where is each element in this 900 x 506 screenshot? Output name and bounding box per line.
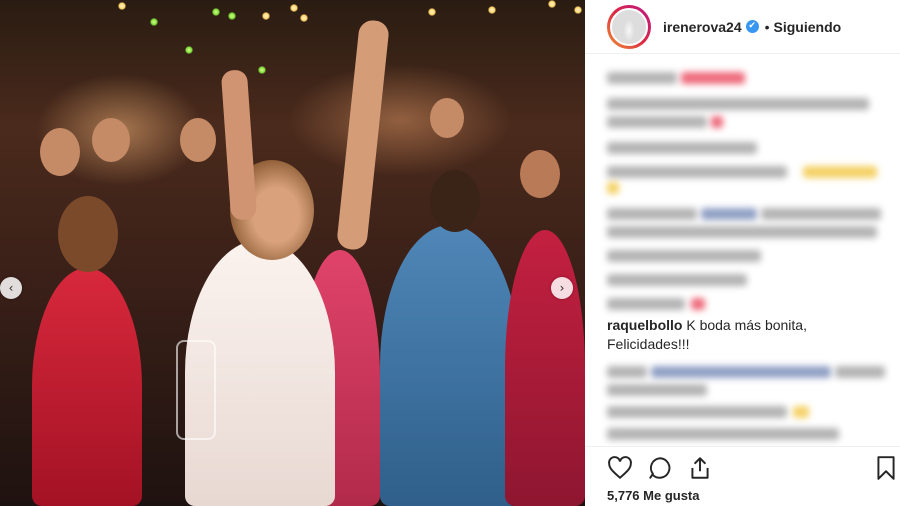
green-light: [150, 18, 158, 26]
blurred-comment: [701, 208, 757, 220]
blurred-comment: [651, 366, 831, 378]
likes-count[interactable]: 5,776 Me gusta: [607, 488, 700, 503]
heart-icon[interactable]: [607, 455, 633, 481]
comment-text: K boda más bonita,: [682, 317, 807, 333]
light-bulb: [488, 6, 496, 14]
green-light: [258, 66, 266, 74]
blurred-comment: [607, 166, 787, 178]
header-separator: •: [764, 18, 770, 35]
blurred-comment: [607, 182, 619, 194]
post-photo[interactable]: ‹ ›: [0, 0, 585, 506]
guest-red-dress: [505, 230, 585, 506]
guest-head: [430, 98, 464, 138]
blurred-comment: [607, 298, 685, 310]
guest-blue-dress: [380, 225, 520, 506]
blurred-comment: [607, 366, 647, 378]
following-button[interactable]: Siguiendo: [774, 19, 842, 35]
guest-head: [430, 170, 480, 232]
blurred-comment: [607, 72, 677, 84]
carousel-prev-button[interactable]: ‹: [0, 277, 22, 299]
light-bulb: [118, 2, 126, 10]
blurred-comment: [711, 116, 723, 128]
blurred-comment: [607, 226, 877, 238]
comment-raquelbollo: raquelbollo K boda más bonita, Felicidad…: [607, 316, 892, 354]
post-header: irenerova24 ✔ • Siguiendo: [585, 0, 900, 54]
light-bulb: [428, 8, 436, 16]
post-username[interactable]: irenerova24: [663, 19, 742, 35]
green-light: [212, 8, 220, 16]
green-light: [228, 12, 236, 20]
comment-text-line2: Felicidades!!!: [607, 336, 690, 352]
guest-red-dress: [32, 268, 142, 506]
blurred-comment: [607, 208, 697, 220]
blurred-comment: [607, 250, 761, 262]
blurred-comment: [607, 406, 787, 418]
raised-arm: [220, 69, 258, 221]
blurred-comment: [691, 298, 705, 310]
share-icon[interactable]: [687, 455, 713, 481]
post-actions: [585, 446, 900, 486]
avatar[interactable]: [607, 4, 651, 49]
guest-head: [180, 118, 216, 162]
avatar-image: [610, 7, 648, 46]
string-lights: [0, 0, 585, 90]
blurred-comment: [607, 274, 747, 286]
champagne-glass: [176, 340, 216, 440]
light-bulb: [574, 6, 582, 14]
green-light: [185, 46, 193, 54]
blurred-comment: [835, 366, 885, 378]
comment-username[interactable]: raquelbollo: [607, 317, 682, 333]
blurred-comment: [681, 72, 745, 84]
guest-head: [520, 150, 560, 198]
guest-head: [58, 196, 118, 272]
light-bulb: [290, 4, 298, 12]
comment-icon[interactable]: [647, 455, 673, 481]
blurred-comment: [607, 428, 839, 440]
blurred-comment: [793, 406, 809, 418]
blurred-comment: [761, 208, 881, 220]
blurred-comment: [607, 384, 707, 396]
guest-head: [40, 128, 80, 176]
post-side-panel: irenerova24 ✔ • Siguiendo raquelbollo K …: [585, 0, 900, 506]
carousel-next-button[interactable]: ›: [551, 277, 573, 299]
blurred-comment: [607, 98, 869, 110]
blurred-comment: [607, 142, 757, 154]
light-bulb: [300, 14, 308, 22]
light-bulb: [548, 0, 556, 8]
bookmark-icon[interactable]: [873, 455, 899, 481]
guest-head: [92, 118, 130, 162]
light-bulb: [262, 12, 270, 20]
blurred-comment: [803, 166, 877, 178]
blurred-comment: [607, 116, 707, 128]
verified-badge-icon: ✔: [745, 20, 759, 33]
